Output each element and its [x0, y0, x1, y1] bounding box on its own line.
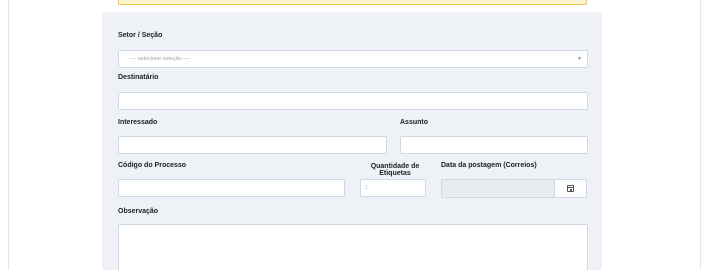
codigo-processo-label: Código do Processo	[118, 162, 187, 169]
quantidade-etiquetas-label-line1: Quantidade de	[370, 163, 420, 170]
observacao-label: Observação	[118, 208, 159, 215]
form-panel: Setor / Seção ---- selecione seleção ---…	[102, 12, 602, 270]
alert-banner	[118, 0, 587, 5]
quantidade-etiquetas-label: Quantidade de Etiquetas	[365, 163, 425, 177]
data-postagem-input[interactable]	[441, 179, 555, 198]
quantidade-etiquetas-label-line2: Etiquetas	[379, 170, 411, 177]
quantidade-etiquetas-value: 2	[365, 185, 368, 191]
data-postagem-calendar-button[interactable]	[554, 179, 587, 198]
codigo-processo-input[interactable]	[118, 179, 345, 197]
setor-select-placeholder: ---- selecione seleção ----	[129, 56, 191, 62]
interessado-label: Interessado	[118, 119, 158, 126]
calendar-icon	[567, 185, 574, 192]
interessado-input[interactable]	[118, 136, 387, 154]
observacao-textarea[interactable]	[118, 224, 588, 270]
data-postagem-label: Data da postagem (Correios)	[441, 162, 537, 169]
assunto-input[interactable]	[400, 136, 588, 154]
setor-label: Setor / Seção	[118, 32, 163, 39]
page-border-right	[700, 0, 701, 270]
destinatario-label: Destinatário	[118, 74, 159, 81]
chevron-down-icon: ▼	[577, 56, 582, 62]
quantidade-etiquetas-input[interactable]: 2	[360, 179, 426, 197]
setor-select[interactable]: ---- selecione seleção ---- ▼	[118, 50, 588, 68]
destinatario-input[interactable]	[118, 92, 588, 110]
assunto-label: Assunto	[400, 119, 428, 126]
page-border-left	[8, 0, 9, 270]
